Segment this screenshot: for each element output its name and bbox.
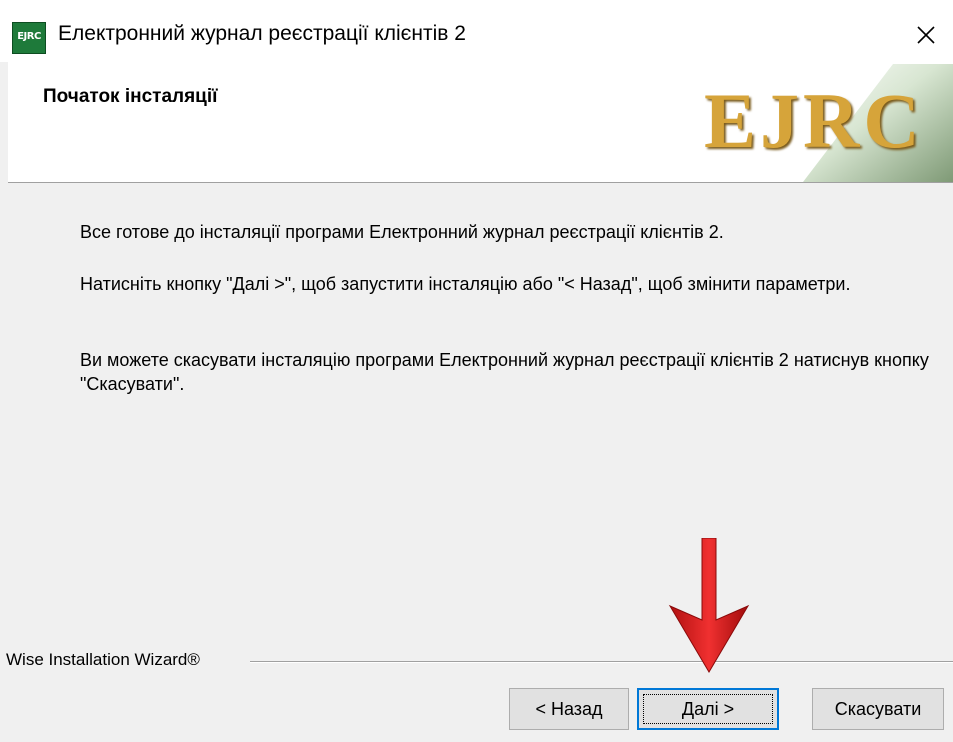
down-arrow-icon	[668, 538, 750, 673]
title-bar[interactable]: EJRC Електронний журнал реєстрації клієн…	[0, 0, 953, 62]
window-title: Електронний журнал реєстрації клієнтів 2	[58, 22, 466, 45]
next-button[interactable]: Далі >	[637, 688, 779, 730]
info-paragraph-3: Ви можете скасувати інсталяцію програми …	[80, 350, 929, 394]
wizard-header: Початок інсталяції EJRC	[8, 62, 953, 182]
ejrc-logo: EJRC	[698, 62, 953, 182]
installer-window: EJRC Електронний журнал реєстрації клієн…	[0, 0, 953, 742]
info-paragraph-1: Все готове до інсталяції програми Електр…	[80, 222, 724, 242]
focus-rectangle	[643, 694, 773, 724]
header-divider	[8, 182, 953, 183]
info-paragraph-2: Натисніть кнопку "Далі >", щоб запустити…	[80, 274, 851, 294]
logo-text: EJRC	[704, 77, 924, 164]
app-icon: EJRC	[12, 22, 46, 54]
back-button[interactable]: < Назад	[509, 688, 629, 730]
page-title: Початок інсталяції	[43, 86, 218, 107]
close-button[interactable]	[909, 18, 943, 52]
close-icon	[917, 26, 935, 44]
wizard-brand-label: Wise Installation Wizard®	[6, 650, 206, 670]
cancel-button[interactable]: Скасувати	[812, 688, 944, 730]
footer-divider	[250, 661, 953, 663]
